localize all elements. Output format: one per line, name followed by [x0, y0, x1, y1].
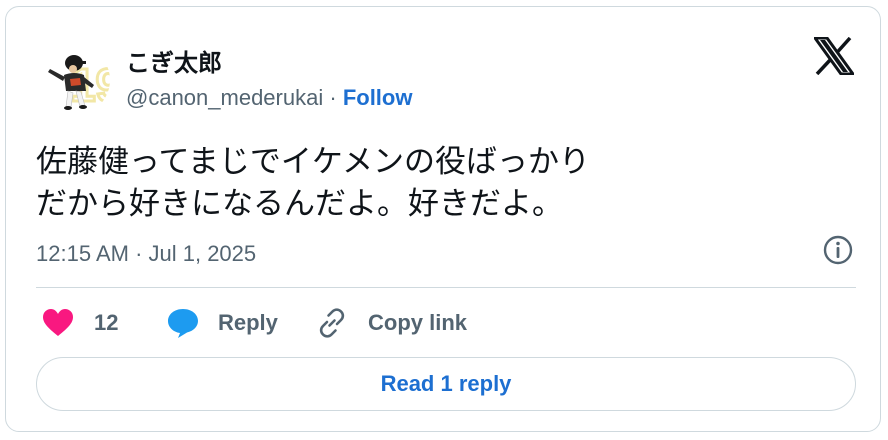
display-name[interactable]: こぎ太郎 [126, 43, 222, 78]
copy-link-button[interactable]: Copy link [316, 303, 467, 343]
reply-label: Reply [218, 310, 278, 335]
handle[interactable]: @canon_mederukai [126, 85, 323, 110]
avatar[interactable]: 19 [40, 45, 110, 115]
read-reply-button[interactable]: Read 1 reply [36, 357, 856, 411]
tweet-card: 19 こぎ太郎 @canon_mederukai · Follow [5, 6, 881, 432]
like-button[interactable]: 12 [42, 303, 118, 343]
info-icon[interactable] [821, 233, 855, 267]
link-icon [319, 308, 345, 338]
tweet-text-line: だから好きになるんだよ。好きだよ。 [36, 186, 563, 221]
reply-button[interactable]: Reply [166, 303, 278, 343]
tweet-text: 佐藤健ってまじでイケメンの役ばっかり だから好きになるんだよ。好きだよ。 [36, 141, 590, 225]
follow-link[interactable]: Follow [343, 85, 413, 110]
reply-bubble-icon [168, 309, 198, 338]
heart-icon [43, 309, 73, 336]
separator-dot: · [329, 85, 343, 110]
handle-row: @canon_mederukai · Follow [126, 85, 412, 111]
like-count: 12 [94, 310, 119, 335]
baseball-player-avatar-icon: 19 [40, 45, 110, 115]
copy-link-label: Copy link [368, 310, 468, 335]
tweet-text-line: 佐藤健ってまじでイケメンの役ばっかり [36, 144, 590, 179]
timestamp[interactable]: 12:15 AM · Jul 1, 2025 [36, 241, 256, 267]
x-logo-icon[interactable] [812, 36, 856, 76]
divider [36, 287, 856, 288]
